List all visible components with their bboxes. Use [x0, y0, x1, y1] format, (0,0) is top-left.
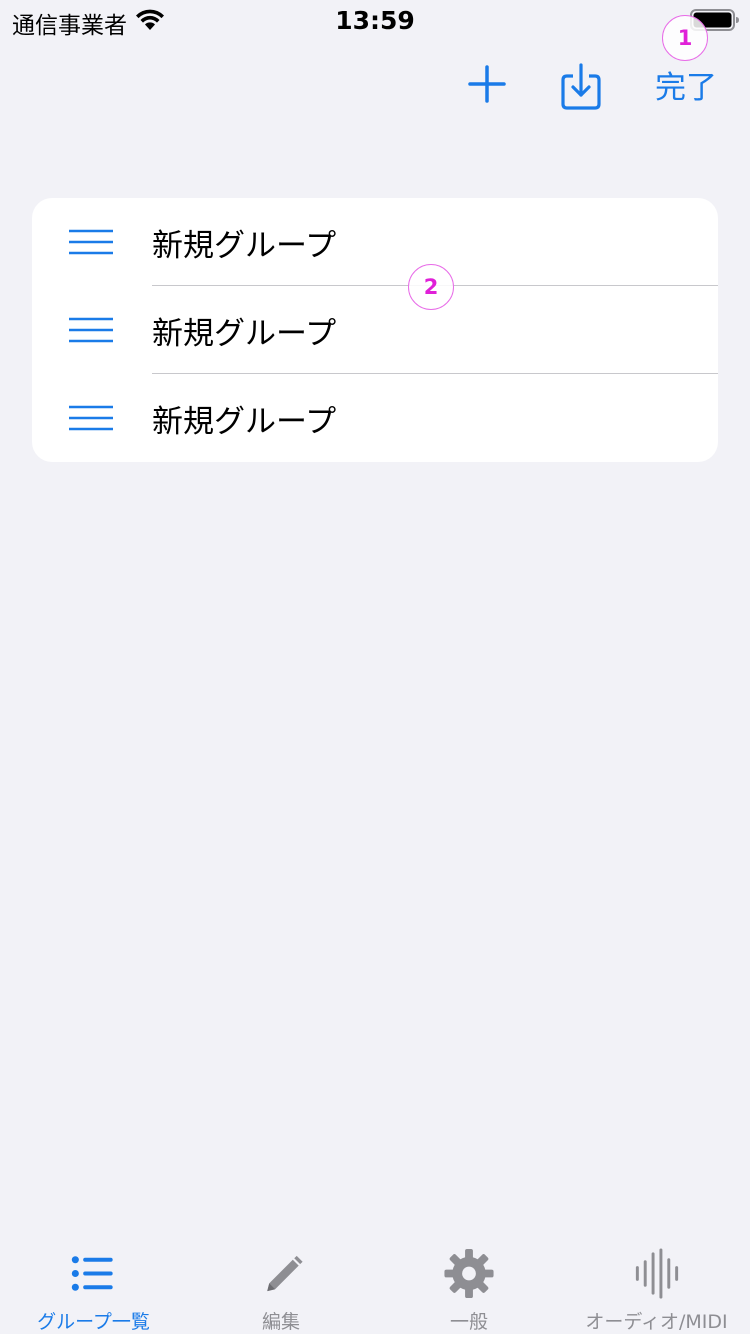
group-name: 新規グループ — [152, 316, 337, 352]
tab-edit[interactable]: 編集 — [187, 1236, 375, 1334]
callout-marker-1: 1 — [662, 15, 708, 61]
list-icon — [71, 1256, 113, 1291]
pencil-icon — [267, 1255, 303, 1292]
tab-label: オーディオ/MIDI — [585, 1311, 728, 1333]
gear-icon — [444, 1248, 494, 1299]
import-icon — [561, 63, 601, 110]
group-name: 新規グループ — [152, 228, 337, 264]
tab-label: 編集 — [261, 1311, 300, 1333]
status-bar: 通信事業者 13:59 — [0, 0, 750, 44]
waveform-icon — [635, 1248, 678, 1299]
import-button[interactable] — [556, 60, 606, 114]
tab-general[interactable]: 一般 — [375, 1236, 563, 1334]
reorder-handle-icon[interactable] — [69, 317, 113, 343]
tab-audio-midi[interactable]: オーディオ/MIDI — [563, 1236, 750, 1334]
plus-icon — [468, 65, 506, 103]
add-group-button[interactable] — [463, 60, 511, 108]
callout-marker-2: 2 — [408, 264, 454, 310]
tab-group-list[interactable]: グループ一覧 — [0, 1236, 187, 1334]
tab-label: グループ一覧 — [37, 1311, 150, 1333]
group-row[interactable]: 新規グループ — [32, 198, 718, 286]
tab-bar: グループ一覧 編集 一般 オーディオ/MIDI — [0, 1236, 750, 1334]
status-time: 13:59 — [335, 6, 415, 35]
group-row[interactable]: 新規グループ — [32, 374, 718, 462]
group-row[interactable]: 新規グループ — [32, 286, 718, 374]
reorder-handle-icon[interactable] — [69, 405, 113, 431]
done-button[interactable]: 完了 — [646, 62, 726, 106]
group-name: 新規グループ — [152, 404, 337, 440]
group-list: 新規グループ 新規グループ 新規グループ — [32, 198, 718, 462]
tab-label: 一般 — [449, 1311, 488, 1333]
reorder-handle-icon[interactable] — [69, 229, 113, 255]
